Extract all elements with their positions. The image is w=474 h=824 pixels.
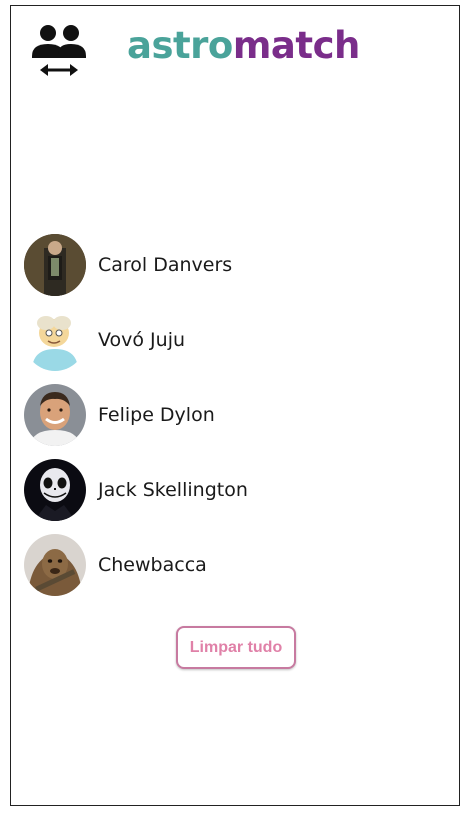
- match-name: Jack Skellington: [98, 478, 248, 501]
- clear-all-button[interactable]: Limpar tudo: [176, 626, 296, 669]
- app-frame: astro match Carol Danvers Vovó Juju Feli…: [10, 5, 460, 806]
- people-switch-icon[interactable]: [27, 19, 91, 83]
- logo-match-text: match: [232, 24, 360, 67]
- list-item[interactable]: Felipe Dylon: [11, 383, 459, 446]
- match-name: Vovó Juju: [98, 328, 186, 351]
- match-list: Carol Danvers Vovó Juju Felipe Dylon Jac…: [11, 233, 459, 608]
- carol-danvers-avatar: [24, 233, 86, 296]
- vovo-juju-avatar: [24, 308, 86, 371]
- match-name: Carol Danvers: [98, 253, 233, 276]
- list-item[interactable]: Carol Danvers: [11, 233, 459, 296]
- felipe-dylon-avatar: [24, 383, 86, 446]
- logo-astro-text: astro: [127, 24, 233, 67]
- list-item[interactable]: Vovó Juju: [11, 308, 459, 371]
- list-item[interactable]: Jack Skellington: [11, 458, 459, 521]
- jack-skellington-avatar: [24, 458, 86, 521]
- list-item[interactable]: Chewbacca: [11, 533, 459, 596]
- chewbacca-avatar: [24, 533, 86, 596]
- match-name: Chewbacca: [98, 553, 207, 576]
- match-name: Felipe Dylon: [98, 403, 215, 426]
- header: astro match: [11, 6, 459, 96]
- astromatch-logo: astro match: [127, 24, 360, 72]
